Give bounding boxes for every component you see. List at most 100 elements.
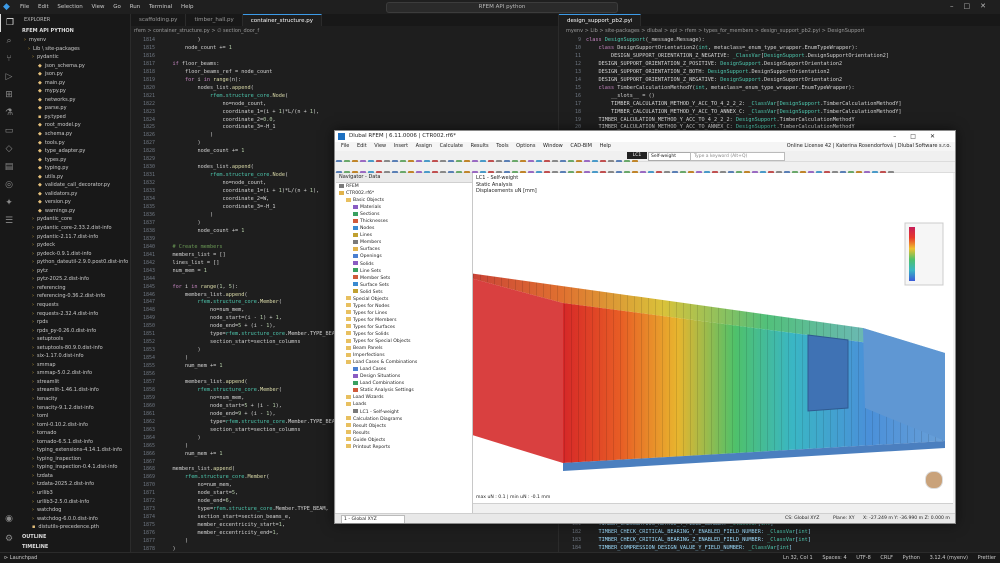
navigator-item[interactable]: Result Objects: [336, 423, 472, 430]
code-line[interactable]: coordinate_2=0.0,: [160, 117, 555, 125]
file-tree-item[interactable]: › pydantic: [18, 53, 130, 62]
code-line[interactable]: floor_beams_ref = node_count: [160, 69, 555, 77]
view-selector[interactable]: 1 - Global XYZ: [341, 515, 405, 523]
launchpad[interactable]: Launchpad: [10, 555, 38, 561]
file-tree-item[interactable]: ◆ version.py: [18, 198, 130, 207]
cursor-position[interactable]: Ln 32, Col 1: [783, 555, 813, 561]
right-code-area-bottom[interactable]: TIMBER_CALCULATION_METHOD_Y_FIELD_NUMBER…: [586, 521, 996, 552]
code-line[interactable]: no=node_count,: [160, 101, 555, 109]
rfem-menu-insert[interactable]: Insert: [394, 143, 408, 149]
navigator-item[interactable]: Types for Special Objects: [336, 338, 472, 345]
maximize-icon[interactable]: □: [964, 2, 981, 10]
navigator-item[interactable]: Imperfections: [336, 352, 472, 359]
avatar[interactable]: [925, 471, 943, 489]
code-line[interactable]: DESIGN_SUPPORT_ORIENTATION_Z_BOTH: Desig…: [586, 69, 996, 77]
file-tree-item[interactable]: › pydantic_core: [18, 215, 130, 224]
file-tree-item[interactable]: › smmap-5.0.2.dist-info: [18, 369, 130, 378]
menu-run[interactable]: Run: [130, 4, 141, 10]
rfem-menu-file[interactable]: File: [341, 143, 349, 149]
file-tree-item[interactable]: › typing_inspection-0.4.1.dist-info: [18, 463, 130, 472]
navigator-item[interactable]: Lines: [336, 232, 472, 239]
file-tree-item[interactable]: › toml-0.10.2.dist-info: [18, 421, 130, 430]
file-tree-item[interactable]: ◆ tools.py: [18, 139, 130, 148]
account-icon[interactable]: ◉: [0, 510, 18, 528]
navigator-item[interactable]: Design Situations: [336, 373, 472, 380]
file-tree-item[interactable]: › pytz-2025.2.dist-info: [18, 275, 130, 284]
file-tree-item[interactable]: › tenacity: [18, 395, 130, 404]
navigator-item[interactable]: Types for Members: [336, 317, 472, 324]
navigator-item[interactable]: Members: [336, 239, 472, 246]
file-tree-item[interactable]: › Lib \ site-packages: [18, 45, 130, 54]
3d-viewport[interactable]: LC1 - Self-weight Static Analysis Displa…: [473, 173, 953, 503]
code-line[interactable]: TIMBER_CALCULATION_METHOD_Y_ACC_TO_4_2_2…: [586, 101, 996, 109]
file-tree-item[interactable]: › tornado: [18, 429, 130, 438]
indentation[interactable]: Spaces: 4: [822, 555, 846, 561]
code-line[interactable]: node_count += 1: [160, 45, 555, 53]
navigator-item[interactable]: Basic Objects: [336, 197, 472, 204]
gear-icon[interactable]: ⚙: [0, 530, 18, 548]
file-tree-item[interactable]: › watchdog: [18, 506, 130, 515]
file-tree-item[interactable]: › setuptools-80.9.0.dist-info: [18, 344, 130, 353]
navigator-item[interactable]: Load Combinations: [336, 380, 472, 387]
remote-icon[interactable]: ▭: [0, 122, 18, 140]
code-line[interactable]: TIMBER_CHECK_CRITICAL_BEARING_Z_ENABLED_…: [586, 537, 996, 545]
tab-timber-hall[interactable]: timber_hall.py: [186, 14, 243, 26]
docker-icon[interactable]: ▤: [0, 158, 18, 176]
rfem-menu-cad-bim[interactable]: CAD-BIM: [570, 143, 592, 149]
navigator-item[interactable]: Nodes: [336, 225, 472, 232]
file-tree-item[interactable]: ◆ warnings.py: [18, 207, 130, 216]
rfem-menu-calculate[interactable]: Calculate: [440, 143, 463, 149]
rfem-minimize-icon[interactable]: –: [893, 133, 910, 140]
file-tree-item[interactable]: › tzdata: [18, 472, 130, 481]
navigator-item[interactable]: Types for Lines: [336, 310, 472, 317]
navigator-item[interactable]: Openings: [336, 253, 472, 260]
code-line[interactable]: __slots__ = (): [586, 93, 996, 101]
file-tree-item[interactable]: › six-1.17.0.dist-info: [18, 352, 130, 361]
file-tree-item[interactable]: ◆ mypy.py: [18, 87, 130, 96]
navigator-item[interactable]: Static Analysis Settings: [336, 387, 472, 394]
code-line[interactable]: DESIGN_SUPPORT_ORIENTATION_Z_NEGATIVE: _…: [586, 53, 996, 61]
navigator-item[interactable]: Materials: [336, 204, 472, 211]
file-tree-item[interactable]: ◆ json.py: [18, 70, 130, 79]
file-tree-item[interactable]: › rpds: [18, 318, 130, 327]
github-icon[interactable]: ◎: [0, 176, 18, 194]
rfem-menu-options[interactable]: Options: [516, 143, 535, 149]
file-tree-item[interactable]: › pydeck-0.9.1.dist-info: [18, 250, 130, 259]
code-line[interactable]: coordinate_1=(i + 1)*L/(n + 1),: [160, 109, 555, 117]
rfem-menu-tools[interactable]: Tools: [496, 143, 508, 149]
code-line[interactable]: TIMBER_COMPRESSION_DESIGN_VALUE_Y_FIELD_…: [586, 545, 996, 552]
navigator-item[interactable]: CTR002.rf6*: [336, 190, 472, 197]
navigator-item[interactable]: RFEM: [336, 183, 472, 190]
file-tree-item[interactable]: ◆ validate_call_decorator.py: [18, 181, 130, 190]
code-line[interactable]: DESIGN_SUPPORT_ORIENTATION_Z_POSITIVE: D…: [586, 61, 996, 69]
file-tree-item[interactable]: › urllib3-2.5.0.dist-info: [18, 498, 130, 507]
rfem-search-input[interactable]: Type a keyword (Alt+Q): [690, 152, 785, 161]
menu-file[interactable]: File: [20, 4, 29, 10]
file-tree-item[interactable]: ◆ utils.py: [18, 173, 130, 182]
file-tree-item[interactable]: › pydantic_core-2.33.2.dist-info: [18, 224, 130, 233]
python-icon[interactable]: ◇: [0, 140, 18, 158]
file-tree-item[interactable]: ◆ schema.py: [18, 130, 130, 139]
file-tree-item[interactable]: › referencing-0.36.2.dist-info: [18, 292, 130, 301]
file-tree-item[interactable]: › streamlit-1.46.1.dist-info: [18, 386, 130, 395]
code-line[interactable]: class DesignSupport(_message.Message):: [586, 37, 996, 45]
navigator-item[interactable]: Results: [336, 430, 472, 437]
minimize-icon[interactable]: –: [950, 2, 964, 10]
code-line[interactable]: if floor_beams:: [160, 61, 555, 69]
navigator-item[interactable]: Beam Panels: [336, 345, 472, 352]
rfem-menu-window[interactable]: Window: [543, 143, 563, 149]
navigator-item[interactable]: Printout Reports: [336, 444, 472, 451]
outline-section[interactable]: OUTLINE: [18, 532, 130, 542]
navigator-item[interactable]: Types for Solids: [336, 331, 472, 338]
menu-terminal[interactable]: Terminal: [149, 4, 172, 10]
rfem-menu-edit[interactable]: Edit: [357, 143, 367, 149]
workspace-section[interactable]: RFEM API PYTHON: [18, 26, 130, 36]
rfem-menu-assign[interactable]: Assign: [416, 143, 432, 149]
navigator-item[interactable]: Sections: [336, 211, 472, 218]
rfem-menu-results[interactable]: Results: [471, 143, 489, 149]
menu-help[interactable]: Help: [181, 4, 194, 10]
code-line[interactable]: ): [160, 37, 555, 45]
code-line[interactable]: TIMBER_CHECK_CRITICAL_BEARING_Y_ENABLED_…: [586, 529, 996, 537]
menu-view[interactable]: View: [91, 4, 104, 10]
code-line[interactable]: class TimberCalculationMethodY(int, meta…: [586, 85, 996, 93]
